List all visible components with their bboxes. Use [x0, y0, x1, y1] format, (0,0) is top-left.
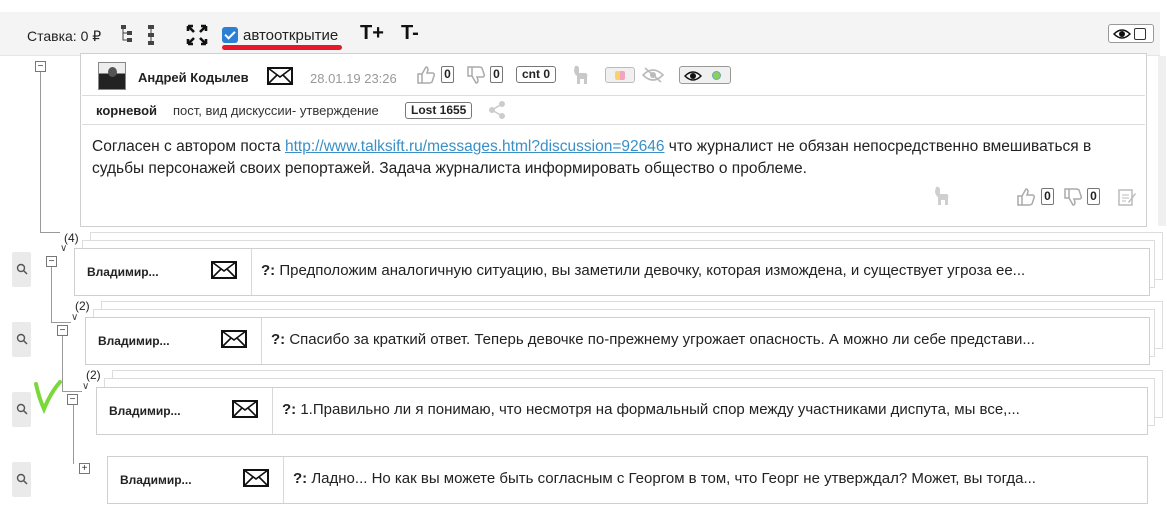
footer-dislikes-count: 0 [1087, 188, 1100, 205]
toolbar: Ставка: 0 ₽ автооткрытие T+ T- [0, 12, 1160, 56]
search-icon [16, 403, 28, 415]
discussion-link[interactable]: http://www.talksift.ru/messages.html?dis… [285, 138, 665, 155]
dog-icon[interactable] [572, 64, 590, 91]
thumb-up-icon[interactable] [416, 65, 436, 90]
cnt-badge[interactable]: cnt 0 [516, 66, 557, 83]
chevron-down-icon[interactable]: ∨ [82, 381, 89, 392]
search-button[interactable] [12, 392, 31, 427]
reply-text[interactable]: ?: Ладно... Но как вы можете быть соглас… [293, 470, 1131, 487]
color-indicator[interactable] [605, 67, 635, 83]
annotation-underline [222, 45, 342, 50]
reply-body: Ладно... Но как вы можете быть согласным… [307, 470, 1036, 487]
envelope-icon[interactable] [267, 67, 293, 90]
search-button[interactable] [12, 462, 31, 497]
reply-toggle[interactable]: − [57, 325, 68, 336]
eye-icon [1113, 29, 1131, 39]
post-subheader: корневой пост, вид дискуссии- утверждени… [82, 97, 1145, 125]
lost-badge[interactable]: Lost 1655 [405, 102, 473, 119]
reply-body: 1.Правильно ли я понимаю, что несмотря н… [296, 401, 1020, 418]
reply-toggle[interactable]: − [46, 256, 57, 267]
post-author[interactable]: Андрей Кодылев [138, 70, 249, 85]
reply-toggle[interactable]: − [67, 394, 78, 405]
autoopen-label[interactable]: автооткрытие [243, 27, 338, 44]
thumb-down-icon[interactable] [466, 65, 486, 90]
tree-line [73, 404, 74, 464]
font-increase-button[interactable]: T+ [360, 22, 384, 45]
autoopen-checkbox[interactable] [222, 27, 238, 43]
reply-body: Предположим аналогичную ситуацию, вы зам… [275, 262, 1026, 279]
tree-expand-icon[interactable] [147, 24, 155, 51]
dog-icon[interactable] [933, 185, 951, 212]
chevron-down-icon[interactable]: ∨ [60, 243, 67, 254]
main-post: Андрей Кодылев 28.01.19 23:26 0 0 cnt 0 … [80, 53, 1147, 227]
thumb-down-icon[interactable] [1063, 187, 1083, 212]
reply-prefix: ?: [293, 470, 308, 487]
scrollbar-track[interactable] [1158, 56, 1166, 226]
reply-author[interactable]: Владимир... [87, 265, 159, 279]
dislikes-count: 0 [490, 66, 503, 83]
fullscreen-icon[interactable] [186, 24, 208, 51]
chevron-down-icon[interactable]: ∨ [71, 312, 78, 323]
reply-prefix: ?: [271, 331, 286, 348]
search-icon [16, 473, 28, 485]
post-date: 28.01.19 23:26 [310, 71, 397, 86]
root-label: корневой [96, 103, 158, 118]
eye-off-icon[interactable] [641, 67, 665, 88]
avatar[interactable] [98, 62, 126, 90]
divider [272, 388, 273, 434]
post-type: пост, вид дискуссии- утверждение [173, 103, 379, 118]
reply-prefix: ?: [282, 401, 297, 418]
reply-toggle[interactable]: + [79, 463, 90, 474]
post-header: Андрей Кодылев 28.01.19 23:26 0 0 cnt 0 [82, 55, 1145, 96]
reply-card[interactable]: Владимир... ?: 1.Правильно ли я понимаю,… [96, 387, 1148, 435]
tree-line [51, 266, 52, 322]
reply-text[interactable]: ?: 1.Правильно ли я понимаю, что несмотр… [282, 401, 1132, 418]
edit-icon[interactable] [1117, 187, 1137, 212]
eye-icon [684, 71, 702, 81]
status-dot [712, 71, 721, 80]
visibility-toggle[interactable] [1108, 24, 1154, 43]
reply-text[interactable]: ?: Спасибо за краткий ответ. Теперь дево… [271, 331, 1133, 348]
reply-count: (2) [75, 299, 90, 313]
likes-count: 0 [441, 66, 454, 83]
post-body: Согласен с автором поста http://www.talk… [92, 136, 1132, 180]
reply-card[interactable]: Владимир... ?: Ладно... Но как вы можете… [107, 456, 1148, 504]
watch-toggle[interactable] [679, 66, 731, 84]
visibility-checkbox[interactable] [1134, 28, 1146, 40]
post-body-text: Согласен с автором поста [92, 138, 285, 155]
tree-collapse-icon[interactable] [120, 24, 134, 49]
bet-label: Ставка: 0 ₽ [27, 28, 102, 44]
tree-line [62, 391, 82, 392]
main-post-toggle[interactable]: − [35, 61, 46, 72]
envelope-icon[interactable] [243, 469, 269, 492]
share-icon[interactable] [488, 101, 506, 124]
envelope-icon[interactable] [221, 330, 247, 353]
font-decrease-button[interactable]: T- [401, 22, 419, 45]
search-button[interactable] [12, 252, 31, 287]
reply-body: Спасибо за краткий ответ. Теперь девочке… [285, 331, 1035, 348]
footer-likes-count: 0 [1041, 188, 1054, 205]
reply-author[interactable]: Владимир... [109, 404, 181, 418]
envelope-icon[interactable] [232, 400, 258, 423]
tree-line [40, 232, 60, 233]
reply-card[interactable]: Владимир... ?: Спасибо за краткий ответ.… [85, 317, 1150, 365]
annotation-checkmark [34, 380, 62, 414]
search-button[interactable] [12, 322, 31, 357]
search-icon [16, 263, 28, 275]
reply-author[interactable]: Владимир... [98, 334, 170, 348]
divider [251, 249, 252, 295]
tree-line [40, 72, 41, 232]
reply-author[interactable]: Владимир... [120, 473, 192, 487]
search-icon [16, 333, 28, 345]
tree-line [51, 322, 71, 323]
divider [261, 318, 262, 364]
reply-count: (2) [86, 368, 101, 382]
reply-prefix: ?: [261, 262, 276, 279]
reply-card[interactable]: Владимир... ?: Предположим аналогичную с… [74, 248, 1150, 296]
thumb-up-icon[interactable] [1016, 187, 1036, 212]
envelope-icon[interactable] [211, 261, 237, 284]
reply-text[interactable]: ?: Предположим аналогичную ситуацию, вы … [261, 262, 1141, 279]
divider [283, 457, 284, 503]
